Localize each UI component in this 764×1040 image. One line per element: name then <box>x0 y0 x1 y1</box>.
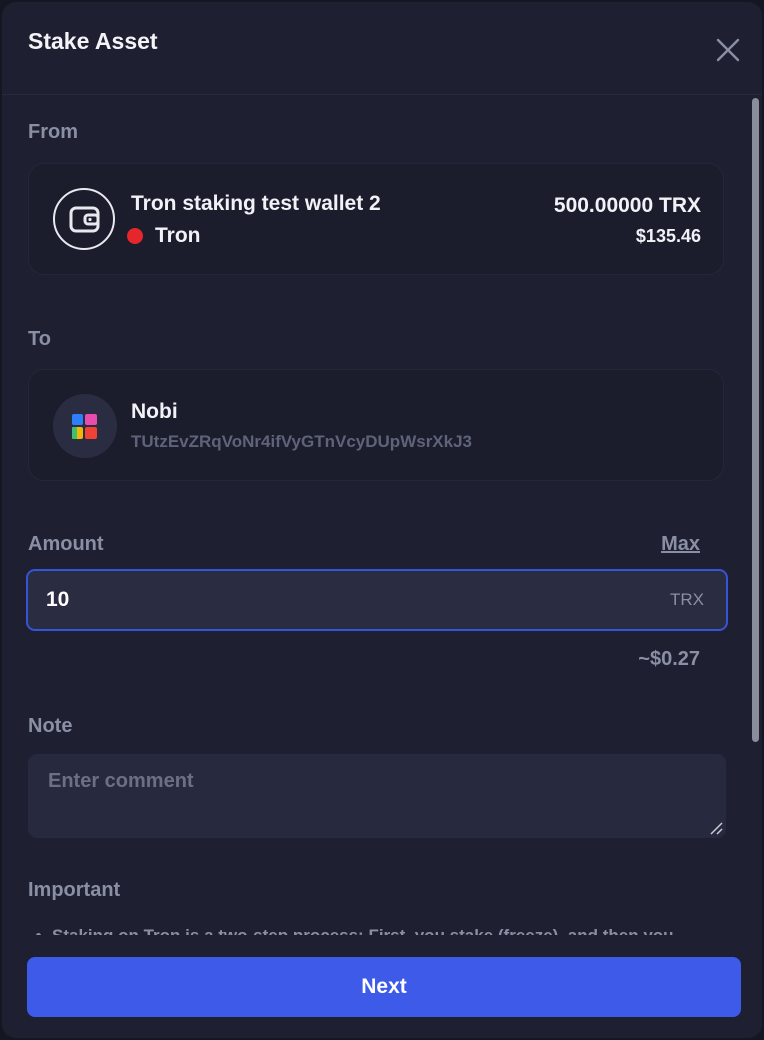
modal-footer: Next <box>2 935 762 1038</box>
stake-asset-modal: Stake Asset From Tron staking test walle… <box>2 2 762 1038</box>
note-input[interactable] <box>28 754 726 838</box>
important-label: Important <box>28 879 121 901</box>
wallet-icon <box>53 188 115 250</box>
wallet-balance-usd: $135.46 <box>635 226 701 246</box>
tron-network-icon <box>127 228 143 244</box>
scrollbar[interactable] <box>752 98 759 742</box>
wallet-balance: 500.00000 TRX <box>553 194 701 217</box>
modal-title: Stake Asset <box>28 28 158 54</box>
validator-address: TUtzEvZRqVoNr4ifVyGTnVcyDUpWsrXkJ3 <box>131 432 473 451</box>
amount-field[interactable]: TRX <box>26 569 728 631</box>
resize-handle-icon[interactable] <box>709 821 723 835</box>
network-name: Tron <box>155 224 201 247</box>
from-label: From <box>28 121 78 143</box>
nobi-logo-icon <box>53 394 117 458</box>
amount-input[interactable] <box>46 571 606 629</box>
amount-label: Amount <box>28 533 104 555</box>
to-validator-card: Nobi TUtzEvZRqVoNr4ifVyGTnVcyDUpWsrXkJ3 <box>28 369 724 481</box>
next-button[interactable]: Next <box>27 957 741 1017</box>
wallet-name: Tron staking test wallet 2 <box>131 192 381 215</box>
from-wallet-card: Tron staking test wallet 2 Tron 500.0000… <box>28 163 724 275</box>
note-label: Note <box>28 715 73 737</box>
to-label: To <box>28 328 51 350</box>
note-field[interactable] <box>28 754 726 838</box>
modal-header: Stake Asset <box>2 2 762 95</box>
close-button[interactable] <box>712 34 744 66</box>
amount-unit: TRX <box>670 590 704 609</box>
close-icon <box>716 38 740 62</box>
validator-name: Nobi <box>131 400 178 423</box>
max-button[interactable]: Max <box>661 533 700 556</box>
fiat-estimate: ~$0.27 <box>638 648 700 670</box>
